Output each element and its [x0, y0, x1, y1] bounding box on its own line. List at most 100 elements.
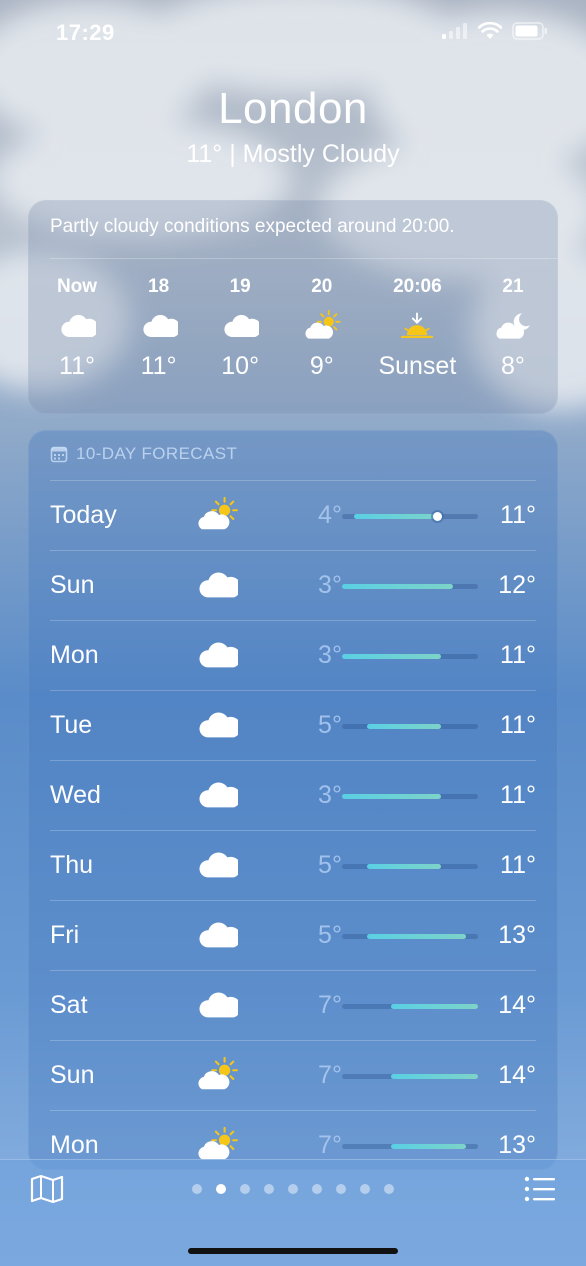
- forecast-row[interactable]: Tue 5° 11°: [50, 690, 536, 760]
- page-dot[interactable]: [336, 1184, 346, 1194]
- hour-temp: 11°: [140, 352, 177, 380]
- hour-icon: [201, 300, 279, 352]
- temperature-range-track: [342, 864, 478, 869]
- temperature-range-bar: [366, 724, 441, 729]
- forecast-row[interactable]: Sun 7° 14°: [50, 1040, 536, 1110]
- temperature-range-bar: [391, 1074, 478, 1079]
- forecast-high: 11°: [500, 711, 536, 739]
- temperature-range-bar: [391, 1144, 466, 1149]
- forecast-high: 14°: [498, 1061, 536, 1089]
- forecast-icon: [192, 917, 242, 953]
- forecast-title: 10-DAY FORECAST: [76, 444, 238, 463]
- forecast-day: Sun: [50, 1061, 95, 1089]
- sunset-icon: [401, 312, 434, 338]
- current-summary: 11° | Mostly Cloudy: [186, 140, 400, 168]
- partly-sunny-icon: [305, 310, 341, 339]
- temperature-range-bar: [342, 794, 441, 799]
- temperature-range-track: [342, 1004, 478, 1009]
- city-name: London: [218, 84, 368, 133]
- partly-cloudy-night-icon: [496, 313, 530, 339]
- temperature-range-bar: [342, 584, 454, 589]
- forecast-day: Fri: [50, 921, 80, 949]
- ten-day-forecast-card[interactable]: 10-DAY FORECAST Today 4° 11° Sun 3° 12° Mo…: [28, 430, 558, 1170]
- page-indicator[interactable]: [0, 1184, 586, 1194]
- hour-temp: 8°: [501, 352, 525, 380]
- hour-icon: [283, 300, 361, 352]
- forecast-icon: [192, 847, 242, 883]
- page-dot[interactable]: [384, 1184, 394, 1194]
- forecast-day: Tue: [50, 711, 93, 739]
- cloud-icon: [143, 314, 178, 337]
- partly-sunny-icon: [198, 497, 238, 530]
- forecast-icon: [192, 637, 242, 673]
- forecast-row[interactable]: Sat 7° 14°: [50, 970, 536, 1040]
- forecast-row[interactable]: Fri 5° 13°: [50, 900, 536, 970]
- forecast-row[interactable]: Wed 3° 11°: [50, 760, 536, 830]
- page-dot[interactable]: [192, 1184, 202, 1194]
- hour-temp: 11°: [59, 352, 95, 380]
- hour-time: 18: [148, 276, 170, 297]
- forecast-row[interactable]: Mon 3° 11°: [50, 620, 536, 690]
- bottom-toolbar: [0, 1159, 586, 1266]
- forecast-high: 13°: [498, 921, 536, 949]
- temperature-range-track: [342, 1144, 478, 1149]
- hourly-list[interactable]: Now 11° 18 11° 19 10° 20 9° 20:06 Sunset 21 8…: [38, 276, 552, 381]
- cloud-icon: [199, 642, 238, 668]
- forecast-icon: [192, 1127, 242, 1163]
- page-dot[interactable]: [312, 1184, 322, 1194]
- hourly-forecast-card[interactable]: Partly cloudy conditions expected around…: [28, 200, 558, 414]
- temperature-range-track: [342, 584, 478, 589]
- calendar-icon: [50, 446, 68, 463]
- forecast-high: 11°: [500, 501, 536, 529]
- temperature-range-bar: [354, 514, 441, 519]
- page-dot[interactable]: [240, 1184, 250, 1194]
- forecast-rows: Today 4° 11° Sun 3° 12° Mon 3° 11° Tue 5° 1…: [50, 480, 536, 1180]
- hour-icon: [120, 300, 198, 352]
- hour-time: Now: [56, 276, 98, 297]
- forecast-icon: [192, 497, 242, 533]
- hour-temp: 9°: [309, 352, 334, 380]
- status-bar: 17:29: [0, 0, 586, 66]
- home-indicator: [188, 1248, 398, 1254]
- temperature-range-track: [342, 724, 478, 729]
- temperature-range-bar: [366, 864, 441, 869]
- cloud-icon: [199, 992, 238, 1018]
- forecast-high: 13°: [498, 1131, 536, 1159]
- location-header: London 11° | Mostly Cloudy: [0, 84, 586, 169]
- cloud-icon: [61, 314, 96, 337]
- hourly-item: 19 10°: [201, 276, 279, 381]
- battery-icon: [512, 22, 547, 40]
- page-dot[interactable]: [264, 1184, 274, 1194]
- hourly-item: Now 11°: [38, 276, 116, 381]
- hour-temp: 10°: [221, 352, 260, 380]
- forecast-icon: [192, 707, 242, 743]
- cloud-icon: [224, 314, 260, 337]
- page-dot[interactable]: [216, 1184, 226, 1194]
- status-icons: [442, 22, 548, 40]
- forecast-icon: [192, 987, 242, 1023]
- hour-time: 19: [229, 276, 251, 297]
- list-icon[interactable]: [524, 1174, 556, 1204]
- forecast-day: Thu: [50, 851, 94, 879]
- page-dot[interactable]: [288, 1184, 298, 1194]
- forecast-day: Sun: [50, 571, 95, 599]
- forecast-day: Today: [50, 501, 117, 529]
- cloud-icon: [199, 572, 238, 598]
- hour-icon: [474, 300, 552, 352]
- status-time: 17:29: [56, 20, 115, 45]
- temperature-range-track: [342, 934, 478, 939]
- temperature-range-bar: [391, 1004, 478, 1009]
- cloud-icon: [199, 852, 238, 878]
- forecast-row[interactable]: Thu 5° 11°: [50, 830, 536, 900]
- forecast-row[interactable]: Sun 3° 12°: [50, 550, 536, 620]
- hour-time: 21: [502, 276, 524, 297]
- hourly-item: 21 8°: [474, 276, 552, 381]
- temperature-range-track: [342, 1074, 478, 1079]
- page-dot[interactable]: [360, 1184, 370, 1194]
- hour-icon: [38, 300, 116, 352]
- forecast-row[interactable]: Today 4° 11°: [50, 480, 536, 550]
- forecast-day: Mon: [50, 1131, 99, 1159]
- hour-icon: [364, 300, 470, 352]
- hourly-item: 20:06 Sunset: [364, 276, 470, 381]
- temperature-range-track: [342, 654, 478, 659]
